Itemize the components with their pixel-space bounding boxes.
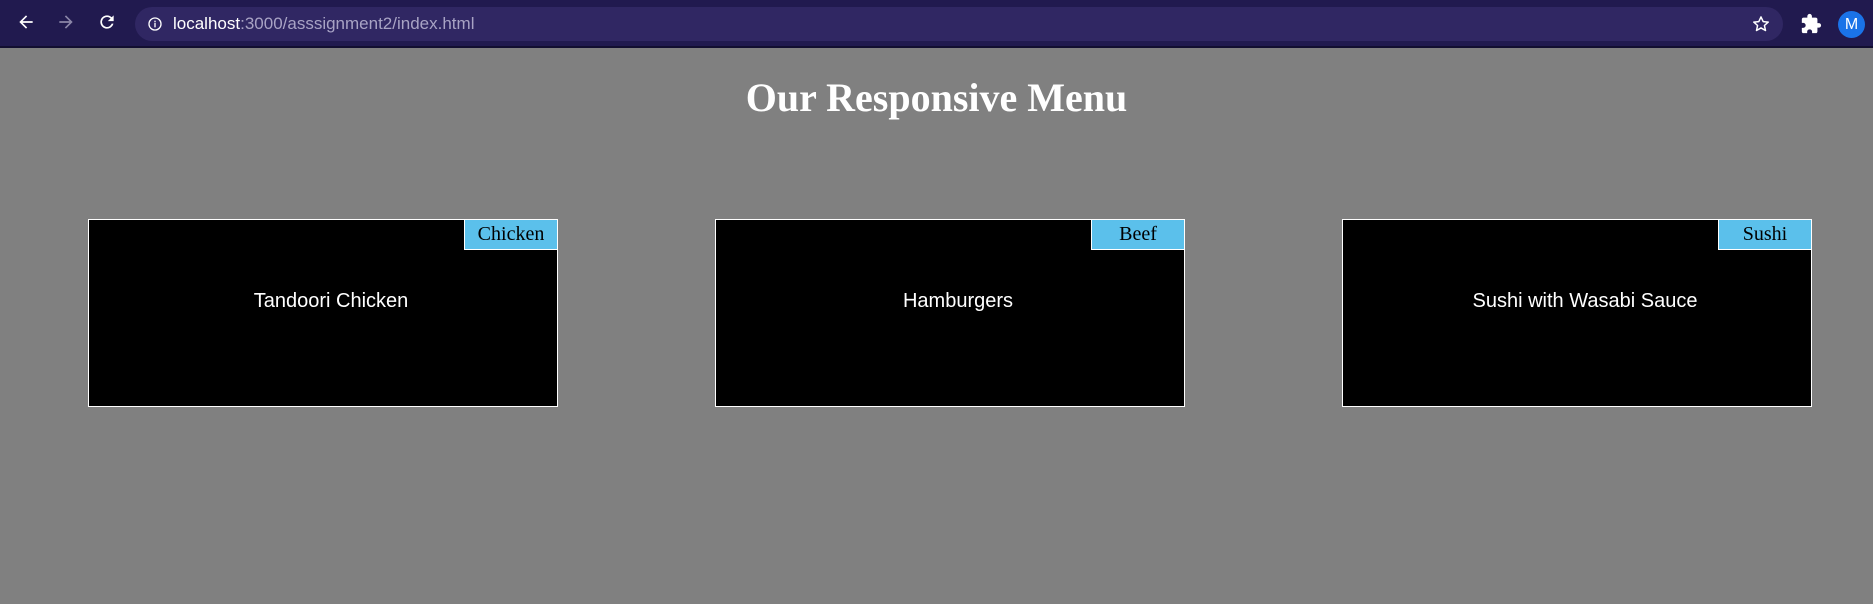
reload-icon	[97, 12, 117, 37]
page-title: Our Responsive Menu	[745, 75, 1128, 120]
page-content: Our Responsive Menu Chicken Tandoori Chi…	[0, 50, 1873, 604]
star-icon[interactable]	[1751, 14, 1771, 34]
menu-card-sushi: Sushi Sushi with Wasabi Sauce	[1342, 219, 1812, 407]
arrow-right-icon	[56, 12, 76, 37]
address-bar[interactable]: localhost:3000/asssignment2/index.html	[135, 7, 1783, 41]
info-icon[interactable]	[147, 16, 163, 32]
reload-button[interactable]	[93, 10, 121, 38]
card-tag: Sushi	[1718, 220, 1811, 250]
forward-button[interactable]	[52, 10, 80, 38]
menu-card-beef: Beef Hamburgers	[715, 219, 1185, 407]
puzzle-icon[interactable]	[1799, 12, 1823, 36]
profile-avatar[interactable]: M	[1838, 11, 1865, 38]
url-host: localhost	[173, 14, 241, 33]
back-button[interactable]	[12, 10, 40, 38]
arrow-left-icon	[16, 12, 36, 37]
menu-card-chicken: Chicken Tandoori Chicken	[88, 219, 558, 407]
browser-toolbar: localhost:3000/asssignment2/index.html M	[0, 0, 1873, 48]
card-text: Sushi with Wasabi Sauce	[1472, 290, 1698, 312]
url-text[interactable]: localhost:3000/asssignment2/index.html	[173, 14, 474, 34]
url-path: :3000/asssignment2/index.html	[240, 14, 475, 33]
card-tag: Beef	[1091, 220, 1184, 250]
card-text: Tandoori Chicken	[253, 290, 409, 312]
card-tag: Chicken	[464, 220, 557, 250]
card-text: Hamburgers	[902, 290, 1014, 312]
